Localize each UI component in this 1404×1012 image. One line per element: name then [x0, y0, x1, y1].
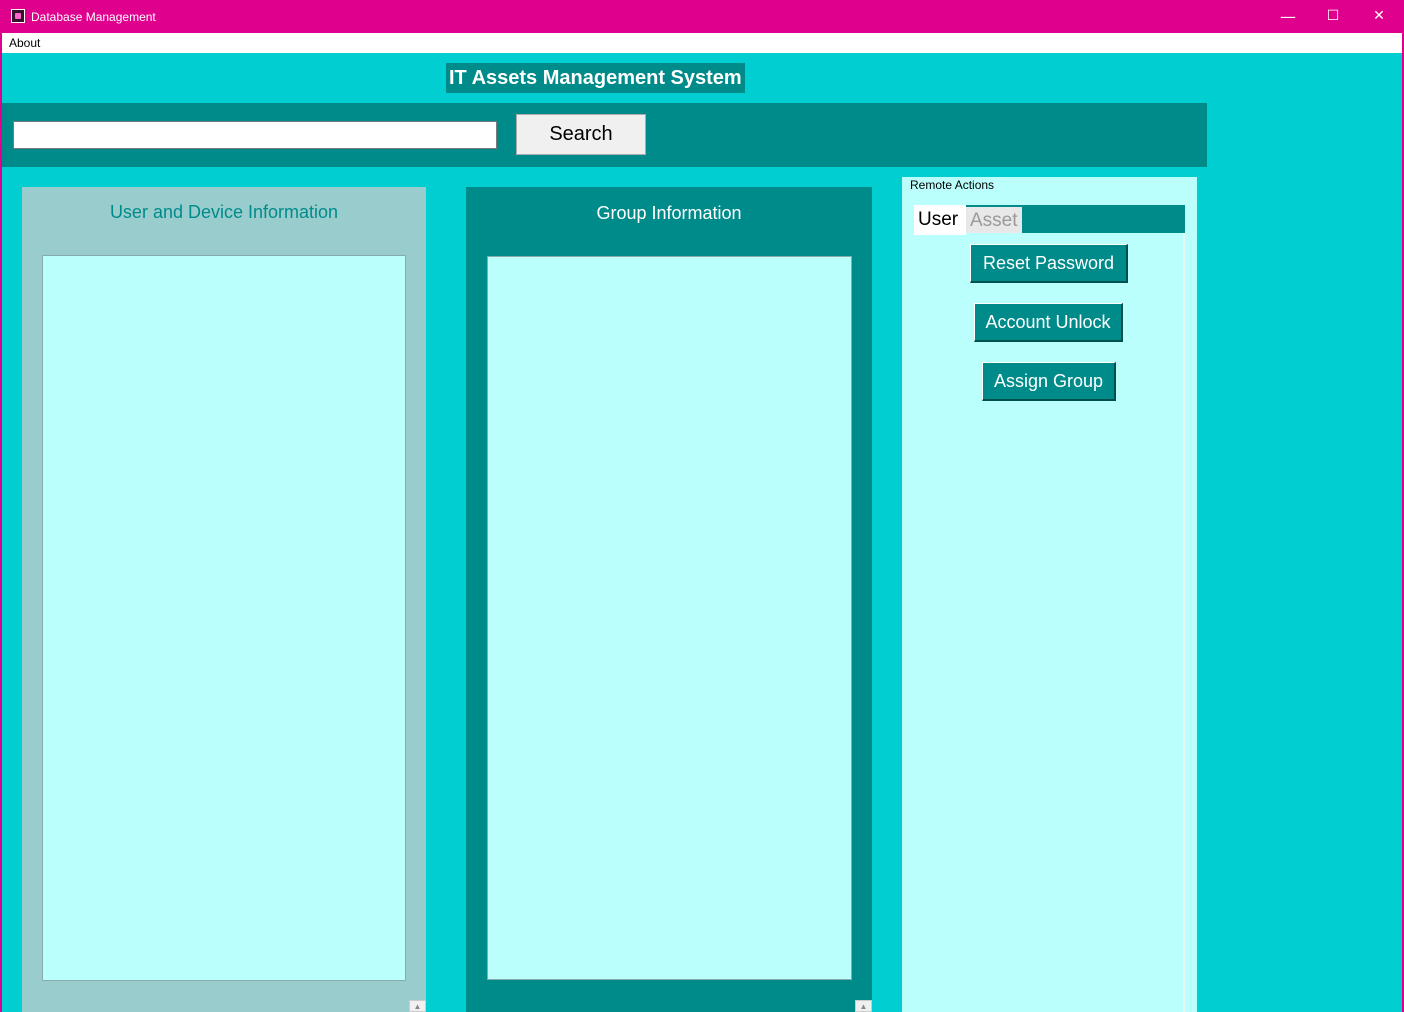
close-icon[interactable]: ✕ — [1356, 0, 1402, 33]
group-listbox[interactable] — [487, 256, 852, 980]
minimize-icon[interactable]: — — [1265, 0, 1311, 33]
scroll-up-arrow-icon[interactable]: ▲ — [855, 1000, 872, 1012]
assign-group-button[interactable]: Assign Group — [982, 362, 1116, 401]
app-window: Database Management — ☐ ✕ About IT Asset… — [2, 0, 1402, 1012]
search-bar: Search — [2, 103, 1207, 167]
titlebar[interactable]: Database Management — ☐ ✕ — [2, 0, 1402, 33]
account-unlock-button[interactable]: Account Unlock — [974, 303, 1123, 342]
search-button[interactable]: Search — [516, 114, 646, 155]
user-device-title: User and Device Information — [109, 202, 339, 222]
tab-user[interactable]: User — [914, 205, 966, 235]
menu-about[interactable]: About — [9, 36, 40, 50]
scroll-up-arrow-icon[interactable]: ▲ — [409, 1000, 426, 1012]
tab-strip: User Asset — [914, 205, 1185, 235]
remote-actions-label: Remote Actions — [910, 178, 995, 192]
search-input[interactable] — [13, 121, 497, 149]
menubar: About — [2, 33, 1402, 53]
app-icon — [11, 9, 25, 23]
tab-asset[interactable]: Asset — [966, 207, 1022, 233]
maximize-icon[interactable]: ☐ — [1310, 0, 1356, 33]
page-title: IT Assets Management System — [446, 63, 745, 93]
reset-password-button[interactable]: Reset Password — [970, 244, 1128, 283]
user-device-panel: User and Device Information ▲ — [22, 187, 426, 1012]
window-title: Database Management — [31, 10, 156, 24]
remote-actions-frame: Remote Actions User Asset Reset Password… — [902, 177, 1197, 1012]
group-title: Group Information — [596, 203, 742, 223]
user-device-listbox[interactable] — [42, 255, 406, 981]
group-panel: Group Information ▲ — [466, 187, 872, 1012]
remote-actions-notebook: User Asset Reset Password Account Unlock… — [914, 205, 1185, 1012]
